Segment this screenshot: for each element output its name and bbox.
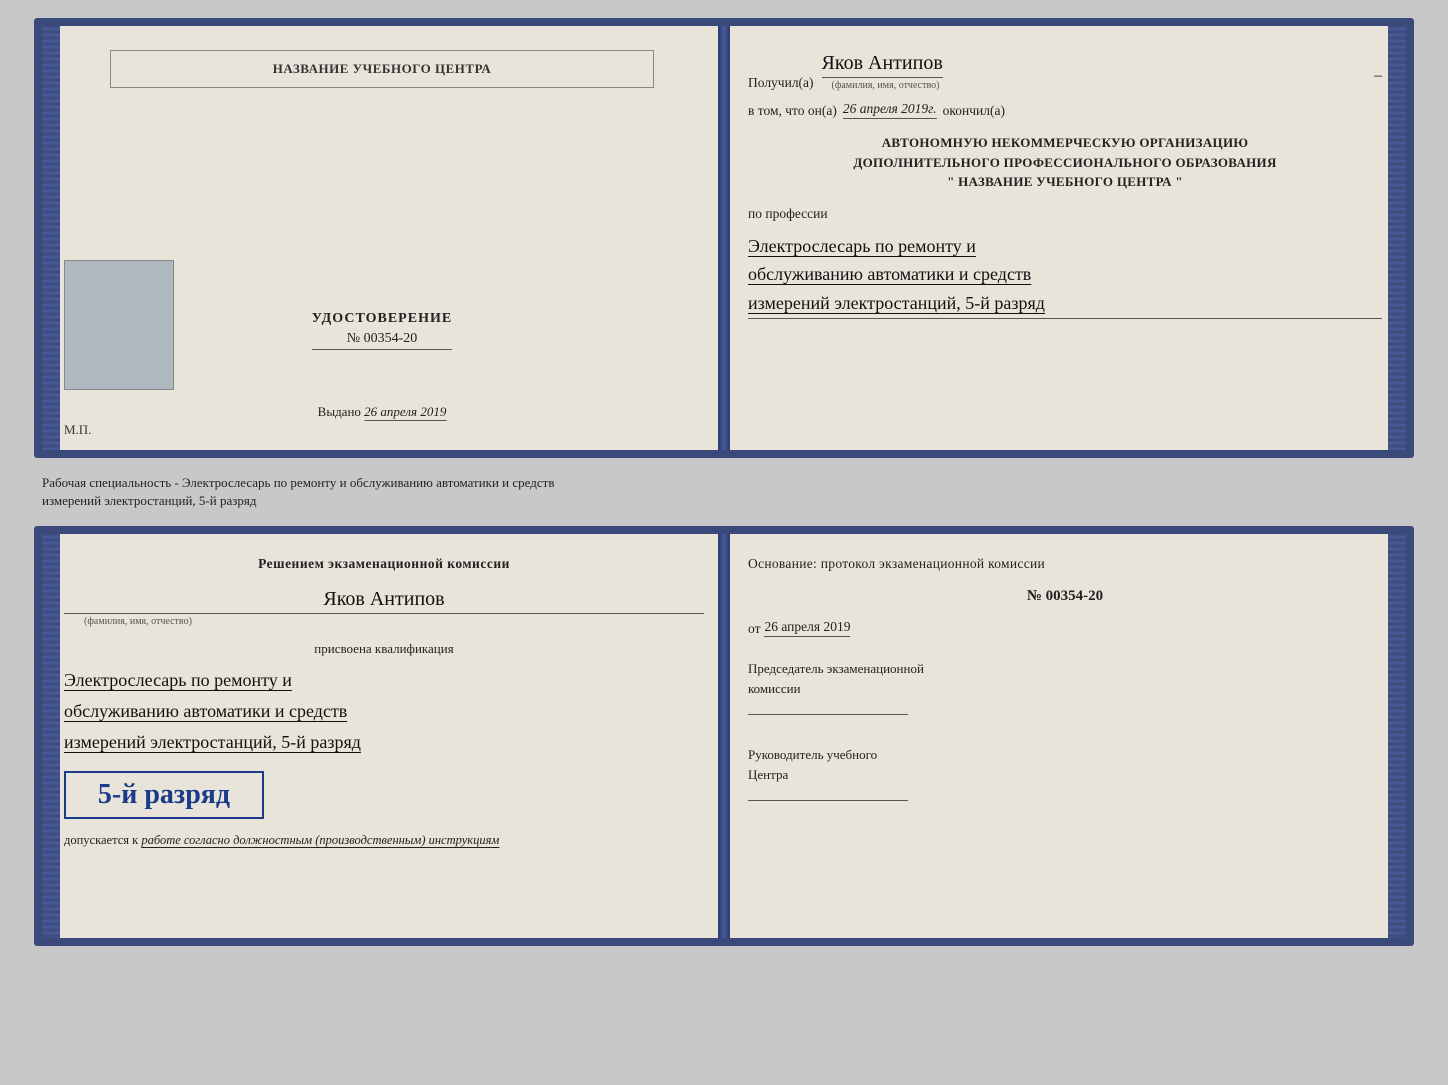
osnovanie-text: Основание: протокол экзаменационной коми… (748, 556, 1382, 572)
dash-symbol: – (1374, 67, 1382, 85)
predsedatel-label: Председатель экзаменационной комиссии (748, 661, 924, 696)
prof-line3: измерений электростанций, 5-й разряд (748, 293, 1045, 313)
mp-label: М.П. (64, 422, 91, 438)
photo-placeholder (64, 260, 174, 390)
vtom-date: 26 апреля 2019г. (843, 101, 937, 119)
cert-number: № 00354-20 (312, 331, 452, 350)
vtom-label: в том, что он(а) (748, 103, 837, 119)
recipient-line: Получил(а) Яков Антипов (фамилия, имя, о… (748, 52, 1382, 91)
fio-sublabel-top: (фамилия, имя, отчество) (832, 80, 940, 91)
bottom-document: Решением экзаменационной комиссии Яков А… (34, 526, 1414, 946)
cert-title-block: УДОСТОВЕРЕНИЕ № 00354-20 (312, 311, 452, 350)
org-name-box: НАЗВАНИЕ УЧЕБНОГО ЦЕНТРА (110, 50, 654, 88)
profession-text: Электрослесарь по ремонту и обслуживанию… (748, 232, 1382, 319)
separator-text: Рабочая специальность - Электрослесарь п… (42, 475, 554, 508)
prof-line1: Электрослесарь по ремонту и (748, 236, 976, 256)
dopuskaetsya-text: работе согласно должностным (производств… (141, 833, 499, 847)
rukovoditel-signature (748, 800, 908, 801)
dopuskaetsya-label: допускается к (64, 833, 138, 847)
vydano-line: Выдано 26 апреля 2019 (318, 404, 447, 420)
resheniem-text: Решением экзаменационной комиссии (64, 556, 704, 572)
rukovoditel-block: Руководитель учебного Центра (748, 745, 1382, 801)
rukovoditel-label: Руководитель учебного Центра (748, 747, 877, 782)
prof-line2: обслуживанию автоматики и средств (748, 264, 1031, 284)
okoncil-label: окончил(а) (943, 103, 1005, 119)
fio-sublabel-bottom: (фамилия, имя, отчество) (84, 616, 192, 627)
separator-label: Рабочая специальность - Электрослесарь п… (34, 470, 1414, 514)
ot-line: от 26 апреля 2019 (748, 619, 1382, 637)
predsedatel-signature (748, 714, 908, 715)
fio-handwritten-bottom: Яков Антипов (64, 588, 704, 614)
fio-block-bottom: Яков Антипов (фамилия, имя, отчество) (64, 584, 704, 627)
right-binding-strip (1388, 26, 1406, 450)
bottom-left-panel: Решением экзаменационной комиссии Яков А… (42, 534, 724, 938)
ot-label: от (748, 621, 760, 637)
qual-line3: измерений электростанций, 5-й разряд (64, 732, 361, 752)
qualification-text: Электрослесарь по ремонту и обслуживанию… (64, 665, 704, 757)
vydano-date: 26 апреля 2019 (364, 404, 446, 421)
top-right-panel: Получил(а) Яков Антипов (фамилия, имя, о… (724, 26, 1406, 450)
bottom-right-panel: Основание: протокол экзаменационной коми… (724, 534, 1406, 938)
ot-date: 26 апреля 2019 (764, 619, 850, 637)
top-document: НАЗВАНИЕ УЧЕБНОГО ЦЕНТРА УДОСТОВЕРЕНИЕ №… (34, 18, 1414, 458)
qual-line1: Электрослесарь по ремонту и (64, 670, 292, 690)
org-name-label: НАЗВАНИЕ УЧЕБНОГО ЦЕНТРА (273, 61, 492, 76)
poluchil-label: Получил(а) (748, 75, 814, 91)
org-line3: " НАЗВАНИЕ УЧЕБНОГО ЦЕНТРА " (748, 172, 1382, 192)
org-line2: ДОПОЛНИТЕЛЬНОГО ПРОФЕССИОНАЛЬНОГО ОБРАЗО… (748, 153, 1382, 173)
right-binding-strip-bottom (1388, 534, 1406, 938)
vtom-line: в том, что он(а) 26 апреля 2019г. окончи… (748, 101, 1382, 119)
po-professii: по профессии (748, 206, 1382, 222)
prisvoena-text: присвоена квалификация (64, 641, 704, 657)
recipient-name: Яков Антипов (822, 52, 943, 78)
cert-title: УДОСТОВЕРЕНИЕ (312, 311, 452, 327)
qual-line2: обслуживанию автоматики и средств (64, 701, 347, 721)
protocol-number: № 00354-20 (748, 588, 1382, 605)
dopuskaetsya-line: допускается к работе согласно должностны… (64, 833, 704, 848)
org-block: АВТОНОМНУЮ НЕКОММЕРЧЕСКУЮ ОРГАНИЗАЦИЮ ДО… (748, 133, 1382, 192)
razryad-badge: 5-й разряд (64, 771, 264, 819)
top-left-panel: НАЗВАНИЕ УЧЕБНОГО ЦЕНТРА УДОСТОВЕРЕНИЕ №… (42, 26, 724, 450)
vydano-label: Выдано (318, 404, 361, 419)
org-line1: АВТОНОМНУЮ НЕКОММЕРЧЕСКУЮ ОРГАНИЗАЦИЮ (748, 133, 1382, 153)
predsedatel-block: Председатель экзаменационной комиссии (748, 659, 1382, 715)
spine-bottom (718, 534, 730, 938)
